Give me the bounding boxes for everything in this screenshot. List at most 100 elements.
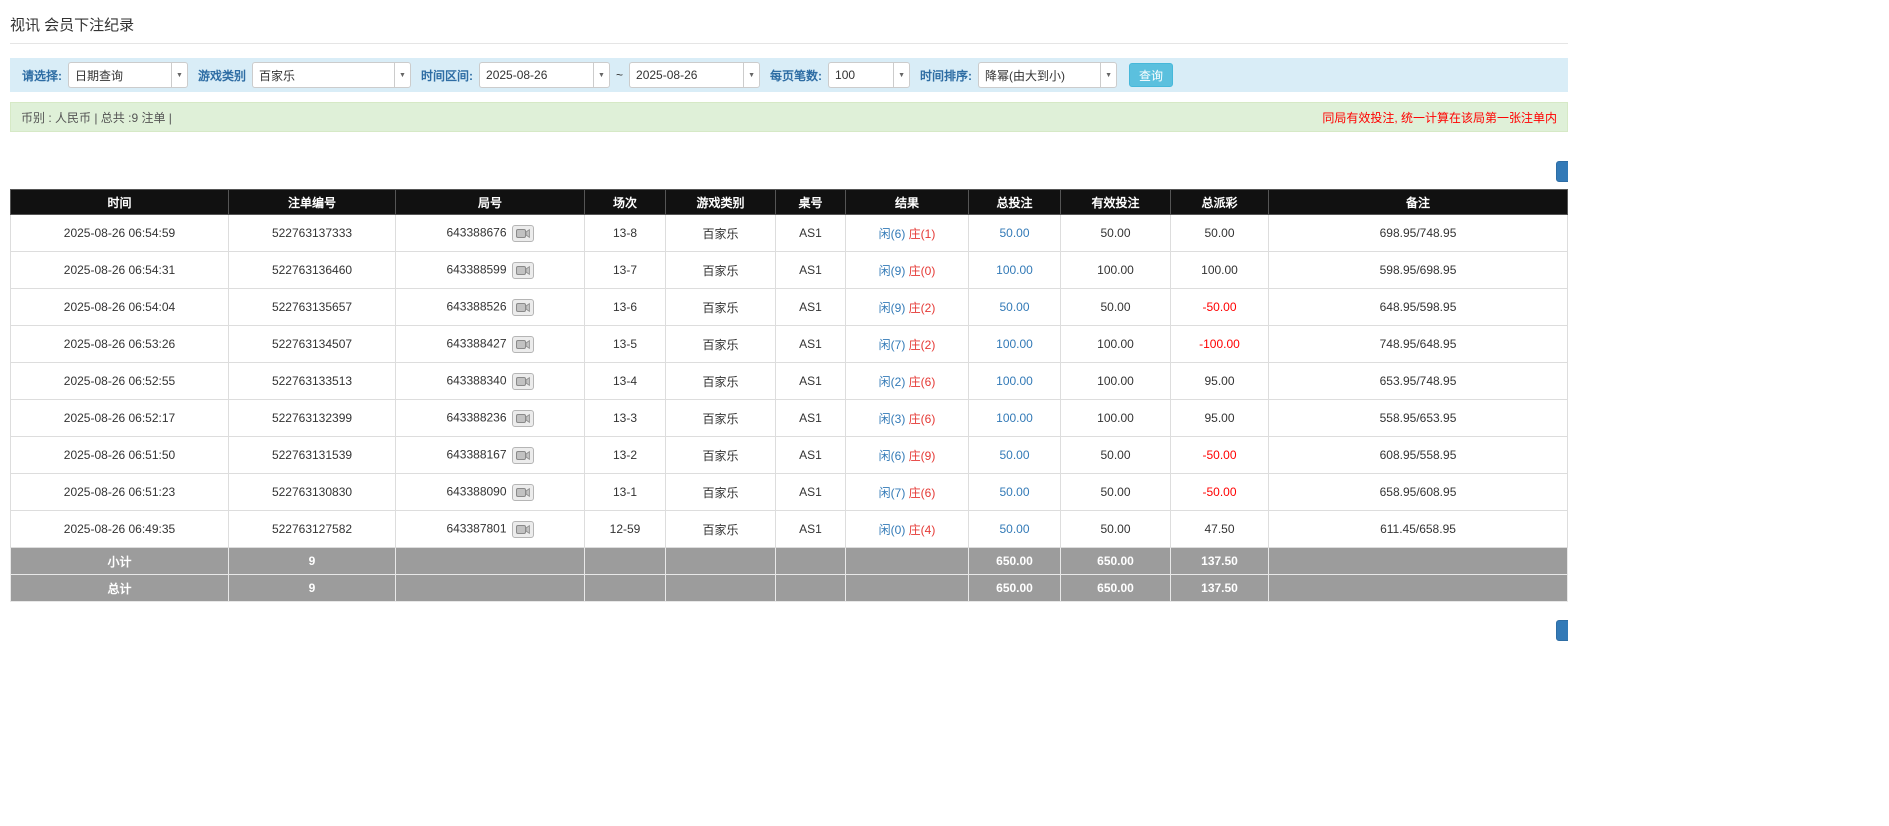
- total-bet-link[interactable]: 100.00: [996, 263, 1033, 277]
- result-banker-link[interactable]: 庄(6): [909, 412, 936, 426]
- query-type-select: ▼: [68, 62, 188, 88]
- result-banker-link[interactable]: 庄(2): [909, 301, 936, 315]
- query-type-dropdown-button[interactable]: ▼: [171, 62, 188, 88]
- page-size-label: 每页笔数:: [770, 67, 822, 84]
- result-player-link[interactable]: 闲(6): [879, 449, 906, 463]
- round-number: 643388090: [446, 484, 506, 498]
- payout-value: 95.00: [1204, 411, 1234, 425]
- date-from-select: ▼: [479, 62, 610, 88]
- summary-bar: 币别 : 人民币 | 总共 :9 注单 | 同局有效投注, 统一计算在该局第一张…: [10, 102, 1568, 132]
- valid-bet-cell: 100.00: [1061, 252, 1171, 289]
- result-player-link[interactable]: 闲(9): [879, 301, 906, 315]
- export-button-bottom-clipped[interactable]: [1556, 620, 1568, 641]
- camera-icon: [516, 228, 530, 239]
- column-header: 桌号: [776, 190, 846, 215]
- result-banker-link[interactable]: 庄(6): [909, 375, 936, 389]
- result-banker-link[interactable]: 庄(2): [909, 338, 936, 352]
- export-button-top-clipped[interactable]: [1556, 161, 1568, 182]
- video-replay-button[interactable]: [512, 225, 534, 242]
- total-bet-cell: 50.00: [969, 511, 1061, 548]
- table-number-cell: AS1: [776, 400, 846, 437]
- subtotal-row-cell: 小计: [11, 548, 229, 575]
- video-replay-button[interactable]: [512, 447, 534, 464]
- subtotal-row-cell: [585, 548, 666, 575]
- video-replay-button[interactable]: [512, 262, 534, 279]
- valid-bet-cell: 50.00: [1061, 474, 1171, 511]
- result-player-link[interactable]: 闲(7): [879, 338, 906, 352]
- total-bet-link[interactable]: 100.00: [996, 337, 1033, 351]
- total-bet-link[interactable]: 50.00: [999, 300, 1029, 314]
- result-player-link[interactable]: 闲(9): [879, 264, 906, 278]
- game-category-cell: 百家乐: [666, 511, 776, 548]
- video-replay-button[interactable]: [512, 336, 534, 353]
- time-cell: 2025-08-26 06:49:35: [11, 511, 229, 548]
- result-cell: 闲(9) 庄(2): [846, 289, 969, 326]
- subtotal-row-cell: 650.00: [969, 548, 1061, 575]
- session-cell: 13-4: [585, 363, 666, 400]
- game-category-cell: 百家乐: [666, 400, 776, 437]
- game-category-cell: 百家乐: [666, 289, 776, 326]
- page-title: 视讯 会员下注纪录: [10, 0, 1568, 43]
- result-banker-link[interactable]: 庄(0): [909, 264, 936, 278]
- round-number: 643387801: [446, 521, 506, 535]
- payout-cell: 50.00: [1171, 215, 1269, 252]
- result-player-link[interactable]: 闲(2): [879, 375, 906, 389]
- result-banker-link[interactable]: 庄(6): [909, 486, 936, 500]
- caret-down-icon: ▼: [598, 72, 605, 79]
- total-row-cell: 9: [229, 575, 396, 602]
- time-cell: 2025-08-26 06:54:31: [11, 252, 229, 289]
- page-size-dropdown-button[interactable]: ▼: [893, 62, 910, 88]
- total-bet-link[interactable]: 50.00: [999, 448, 1029, 462]
- round-cell: 643388167: [396, 437, 585, 474]
- date-from-dropdown-button[interactable]: ▼: [593, 62, 610, 88]
- total-bet-link[interactable]: 50.00: [999, 522, 1029, 536]
- video-replay-button[interactable]: [512, 521, 534, 538]
- result-banker-link[interactable]: 庄(1): [909, 227, 936, 241]
- sort-order-input[interactable]: [978, 62, 1100, 88]
- round-cell: 643388427: [396, 326, 585, 363]
- caret-down-icon: ▼: [1105, 72, 1112, 79]
- date-to-input[interactable]: [629, 62, 743, 88]
- camera-icon: [516, 302, 530, 313]
- search-button[interactable]: 查询: [1129, 63, 1173, 87]
- table-number-cell: AS1: [776, 474, 846, 511]
- bet-record-row: 2025-08-26 06:49:35522763127582643387801…: [11, 511, 1568, 548]
- result-banker-link[interactable]: 庄(4): [909, 523, 936, 537]
- payout-value: 95.00: [1204, 374, 1234, 388]
- page-size-input[interactable]: [828, 62, 893, 88]
- payout-cell: 95.00: [1171, 400, 1269, 437]
- valid-bet-cell: 50.00: [1061, 511, 1171, 548]
- table-number-cell: AS1: [776, 363, 846, 400]
- total-bet-cell: 100.00: [969, 400, 1061, 437]
- result-player-link[interactable]: 闲(3): [879, 412, 906, 426]
- bottom-action-row: [10, 620, 1568, 641]
- video-replay-button[interactable]: [512, 373, 534, 390]
- video-replay-button[interactable]: [512, 299, 534, 316]
- bet-id-cell: 522763135657: [229, 289, 396, 326]
- query-type-input[interactable]: [68, 62, 171, 88]
- column-header: 总派彩: [1171, 190, 1269, 215]
- sort-order-dropdown-button[interactable]: ▼: [1100, 62, 1117, 88]
- total-bet-link[interactable]: 50.00: [999, 226, 1029, 240]
- date-from-input[interactable]: [479, 62, 593, 88]
- game-category-dropdown-button[interactable]: ▼: [394, 62, 411, 88]
- bet-record-row: 2025-08-26 06:54:59522763137333643388676…: [11, 215, 1568, 252]
- game-category-input[interactable]: [252, 62, 394, 88]
- payout-cell: 100.00: [1171, 252, 1269, 289]
- result-banker-link[interactable]: 庄(9): [909, 449, 936, 463]
- total-bet-link[interactable]: 50.00: [999, 485, 1029, 499]
- result-player-link[interactable]: 闲(0): [879, 523, 906, 537]
- column-header: 总投注: [969, 190, 1061, 215]
- total-bet-link[interactable]: 100.00: [996, 374, 1033, 388]
- table-number-cell: AS1: [776, 326, 846, 363]
- result-player-link[interactable]: 闲(6): [879, 227, 906, 241]
- video-replay-button[interactable]: [512, 410, 534, 427]
- date-to-dropdown-button[interactable]: ▼: [743, 62, 760, 88]
- result-player-link[interactable]: 闲(7): [879, 486, 906, 500]
- video-replay-button[interactable]: [512, 484, 534, 501]
- result-cell: 闲(3) 庄(6): [846, 400, 969, 437]
- total-bet-cell: 50.00: [969, 437, 1061, 474]
- round-number: 643388340: [446, 373, 506, 387]
- total-bet-link[interactable]: 100.00: [996, 411, 1033, 425]
- total-row: 总计9650.00650.00137.50: [11, 575, 1568, 602]
